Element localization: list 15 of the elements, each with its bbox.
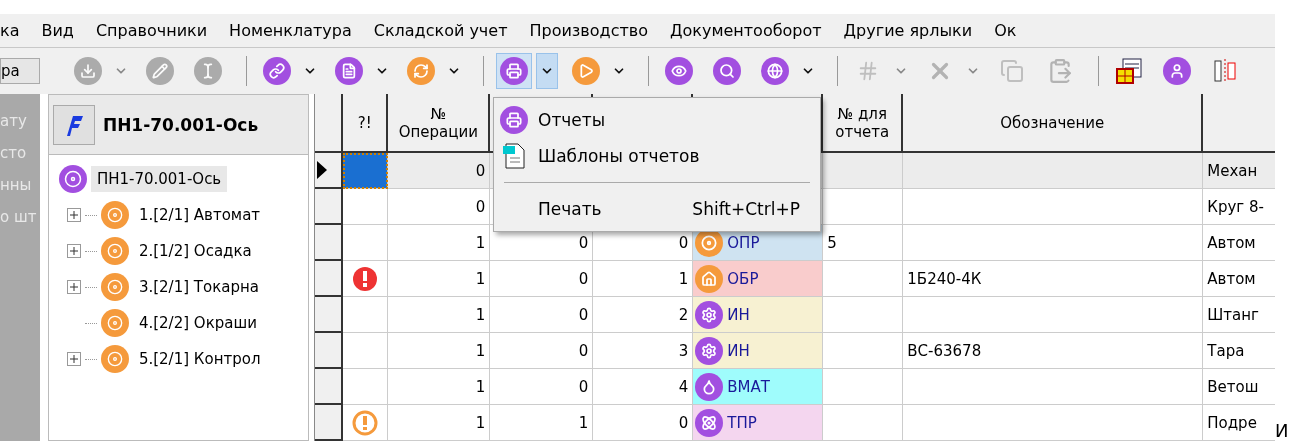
type-label: ОБР (727, 269, 759, 288)
table-cell: Подре (1203, 405, 1276, 441)
type-label: ТПР (727, 413, 757, 432)
panel-title: ПН1-70.001-Ось (102, 114, 259, 135)
table-cell: 1 (490, 405, 594, 441)
type-label: ИН (727, 305, 750, 324)
type-label: ИН (727, 341, 750, 360)
table-cell: 1 (388, 405, 491, 441)
stray-letter: И (1275, 420, 1289, 441)
menu-label: Печать (538, 199, 602, 219)
shortcut-label: Shift+Ctrl+P (692, 199, 800, 219)
type-label: ОПР (727, 233, 760, 252)
menu-label: Отчеты (538, 110, 606, 130)
menu-label: Шаблоны отчетов (538, 146, 700, 166)
type-label: ВМАТ (727, 377, 770, 396)
